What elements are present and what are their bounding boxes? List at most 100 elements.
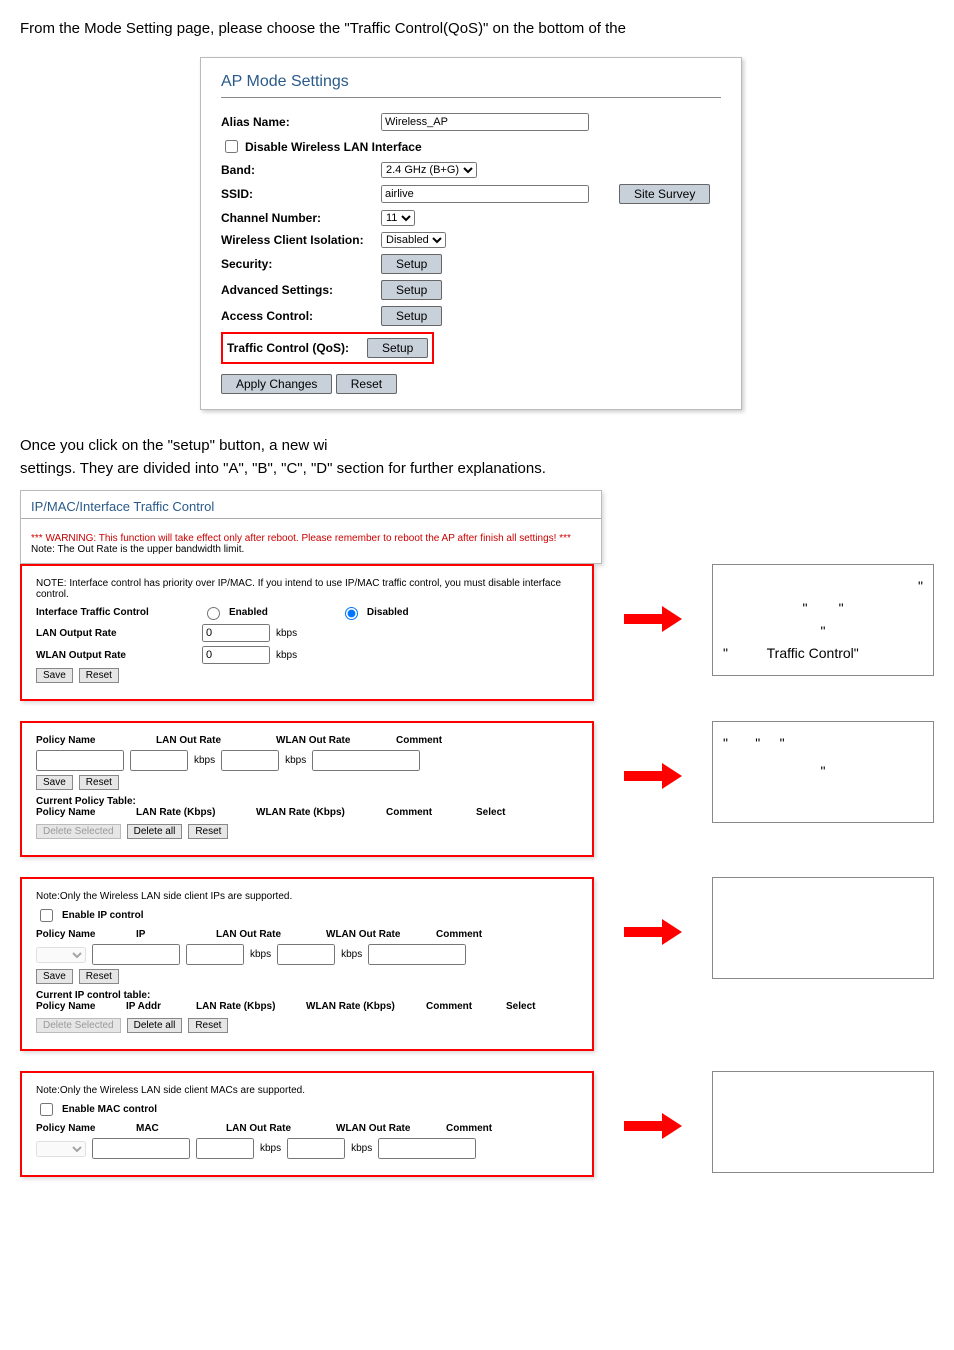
c-hdr-wlan: WLAN Out Rate [326, 929, 416, 940]
itc-disabled-label: Disabled [367, 607, 409, 618]
b-hdr-lanr: LAN Rate (Kbps) [136, 807, 236, 818]
d-hdr-wlan: WLAN Out Rate [336, 1123, 426, 1134]
b-hdr-comment: Comment [396, 735, 442, 746]
d-policy-select [36, 1141, 86, 1157]
d-wlan-input[interactable] [287, 1138, 345, 1159]
d-hdr-mac: MAC [136, 1123, 206, 1134]
c-hdr-comment: Comment [436, 929, 482, 940]
reset-button[interactable]: Reset [336, 374, 397, 394]
c-hdr-select: Select [506, 1001, 535, 1012]
b-policy-input[interactable] [36, 750, 124, 771]
b-cur-table: Current Policy Table: [36, 796, 578, 807]
ipmac-panel: IP/MAC/Interface Traffic Control *** WAR… [20, 490, 602, 564]
b-reset-button[interactable]: Reset [79, 775, 119, 790]
b-wlan-input[interactable] [221, 750, 279, 771]
itc-enabled-radio[interactable] [207, 607, 220, 620]
ipmac-warning: *** WARNING: This function will take eff… [31, 533, 591, 544]
c-lan-input[interactable] [186, 944, 244, 965]
b-hdr-select: Select [476, 807, 505, 818]
b-save-button[interactable]: Save [36, 775, 73, 790]
side-box-c [712, 877, 934, 979]
c-del-sel-button: Delete Selected [36, 1018, 121, 1033]
b-hdr-wlanr: WLAN Rate (Kbps) [256, 807, 366, 818]
enable-mac-checkbox[interactable] [40, 1103, 53, 1116]
d-mac-input[interactable] [92, 1138, 190, 1159]
d-lan-input[interactable] [196, 1138, 254, 1159]
b-lan-input[interactable] [130, 750, 188, 771]
security-setup-button[interactable]: Setup [381, 254, 442, 274]
c-reset-button[interactable]: Reset [79, 969, 119, 984]
lan-out-label: LAN Output Rate [36, 628, 196, 639]
channel-select[interactable]: 11 [381, 210, 415, 226]
acc-setup-button[interactable]: Setup [381, 306, 442, 326]
intro-text: From the Mode Setting page, please choos… [20, 20, 934, 37]
b-hdr-lan: LAN Out Rate [156, 735, 256, 746]
itc-disabled-radio[interactable] [345, 607, 358, 620]
c-del-all-button[interactable]: Delete all [127, 1018, 183, 1033]
b-del-all-button[interactable]: Delete all [127, 824, 183, 839]
d-kbps-2: kbps [351, 1143, 372, 1154]
c-save-button[interactable]: Save [36, 969, 73, 984]
b-reset2-button[interactable]: Reset [188, 824, 228, 839]
c-cur-table: Current IP control table: [36, 990, 578, 1001]
acc-label: Access Control: [221, 309, 381, 323]
section-a: NOTE: Interface control has priority ove… [20, 564, 594, 701]
enable-ip-label: Enable IP control [62, 910, 144, 921]
lan-out-input[interactable] [202, 624, 270, 642]
c-hdr-ipaddr: IP Addr [126, 1001, 176, 1012]
secta-reset-button[interactable]: Reset [79, 668, 119, 683]
side-box-a: " " " " " Traffic Control" [712, 564, 934, 676]
side-box-d [712, 1071, 934, 1173]
disable-wlan-checkbox[interactable] [225, 140, 238, 153]
qos-setup-button[interactable]: Setup [367, 338, 428, 358]
c-wlan-input[interactable] [277, 944, 335, 965]
band-select[interactable]: 2.4 GHz (B+G) [381, 162, 477, 178]
apply-button[interactable]: Apply Changes [221, 374, 332, 394]
c-policy-select [36, 947, 86, 963]
disable-wlan-label: Disable Wireless LAN Interface [245, 140, 422, 154]
c-hdr-lanr: LAN Rate (Kbps) [196, 1001, 286, 1012]
ssid-input[interactable] [381, 185, 589, 203]
b-comment-input[interactable] [312, 750, 420, 771]
c-ip-input[interactable] [92, 944, 180, 965]
kbps-1: kbps [276, 628, 297, 639]
enable-mac-label: Enable MAC control [62, 1104, 157, 1115]
kbps-2: kbps [276, 650, 297, 661]
channel-label: Channel Number: [221, 211, 381, 225]
wlan-out-label: WLAN Output Rate [36, 650, 196, 661]
ipmac-note-out: Note: The Out Rate is the upper bandwidt… [31, 544, 591, 555]
secta-save-button[interactable]: Save [36, 668, 73, 683]
d-hdr-policy: Policy Name [36, 1123, 116, 1134]
c-hdr-comment2: Comment [426, 1001, 486, 1012]
section-b: Policy Name LAN Out Rate WLAN Out Rate C… [20, 721, 594, 857]
ap-title: AP Mode Settings [221, 73, 721, 98]
b-hdr-comment2: Comment [386, 807, 456, 818]
c-kbps-2: kbps [341, 949, 362, 960]
adv-setup-button[interactable]: Setup [381, 280, 442, 300]
d-hdr-lan: LAN Out Rate [226, 1123, 316, 1134]
wlan-out-input[interactable] [202, 646, 270, 664]
alias-input[interactable] [381, 113, 589, 131]
b-kbps-2: kbps [285, 755, 306, 766]
ipmac-title: IP/MAC/Interface Traffic Control [21, 491, 601, 519]
band-label: Band: [221, 163, 381, 177]
b-kbps-1: kbps [194, 755, 215, 766]
b-hdr-policy: Policy Name [36, 735, 136, 746]
section-c: Note:Only the Wireless LAN side client I… [20, 877, 594, 1051]
c-hdr-policy2: Policy Name [36, 1001, 106, 1012]
b-del-sel-button: Delete Selected [36, 824, 121, 839]
c-reset2-button[interactable]: Reset [188, 1018, 228, 1033]
enable-ip-checkbox[interactable] [40, 909, 53, 922]
b-hdr-policy2: Policy Name [36, 807, 116, 818]
alias-label: Alias Name: [221, 115, 381, 129]
wci-select[interactable]: Disabled [381, 232, 446, 248]
d-hdr-comment: Comment [446, 1123, 492, 1134]
arrow-c [624, 917, 682, 947]
c-kbps-1: kbps [250, 949, 271, 960]
c-hdr-lan: LAN Out Rate [216, 929, 306, 940]
arrow-b [624, 761, 682, 791]
c-comment-input[interactable] [368, 944, 466, 965]
d-comment-input[interactable] [378, 1138, 476, 1159]
arrow-a [624, 604, 682, 634]
site-survey-button[interactable]: Site Survey [619, 184, 710, 204]
